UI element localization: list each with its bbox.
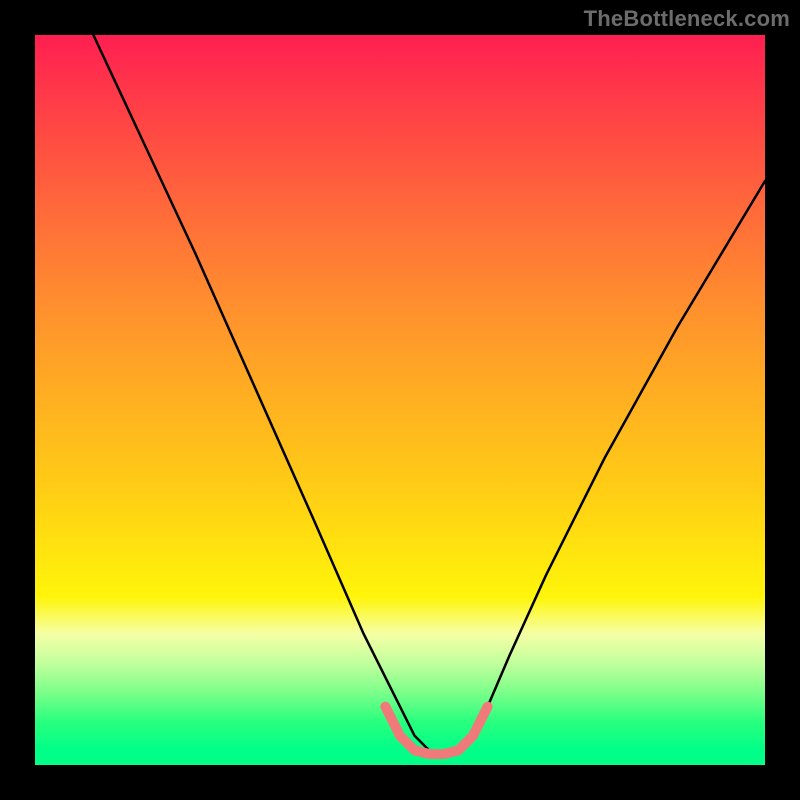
plot-area <box>35 35 765 765</box>
curve-layer <box>35 35 765 765</box>
pink-bottom-curve <box>385 707 487 754</box>
watermark-text: TheBottleneck.com <box>584 6 790 32</box>
black-curve <box>93 35 765 754</box>
chart-frame: TheBottleneck.com <box>0 0 800 800</box>
